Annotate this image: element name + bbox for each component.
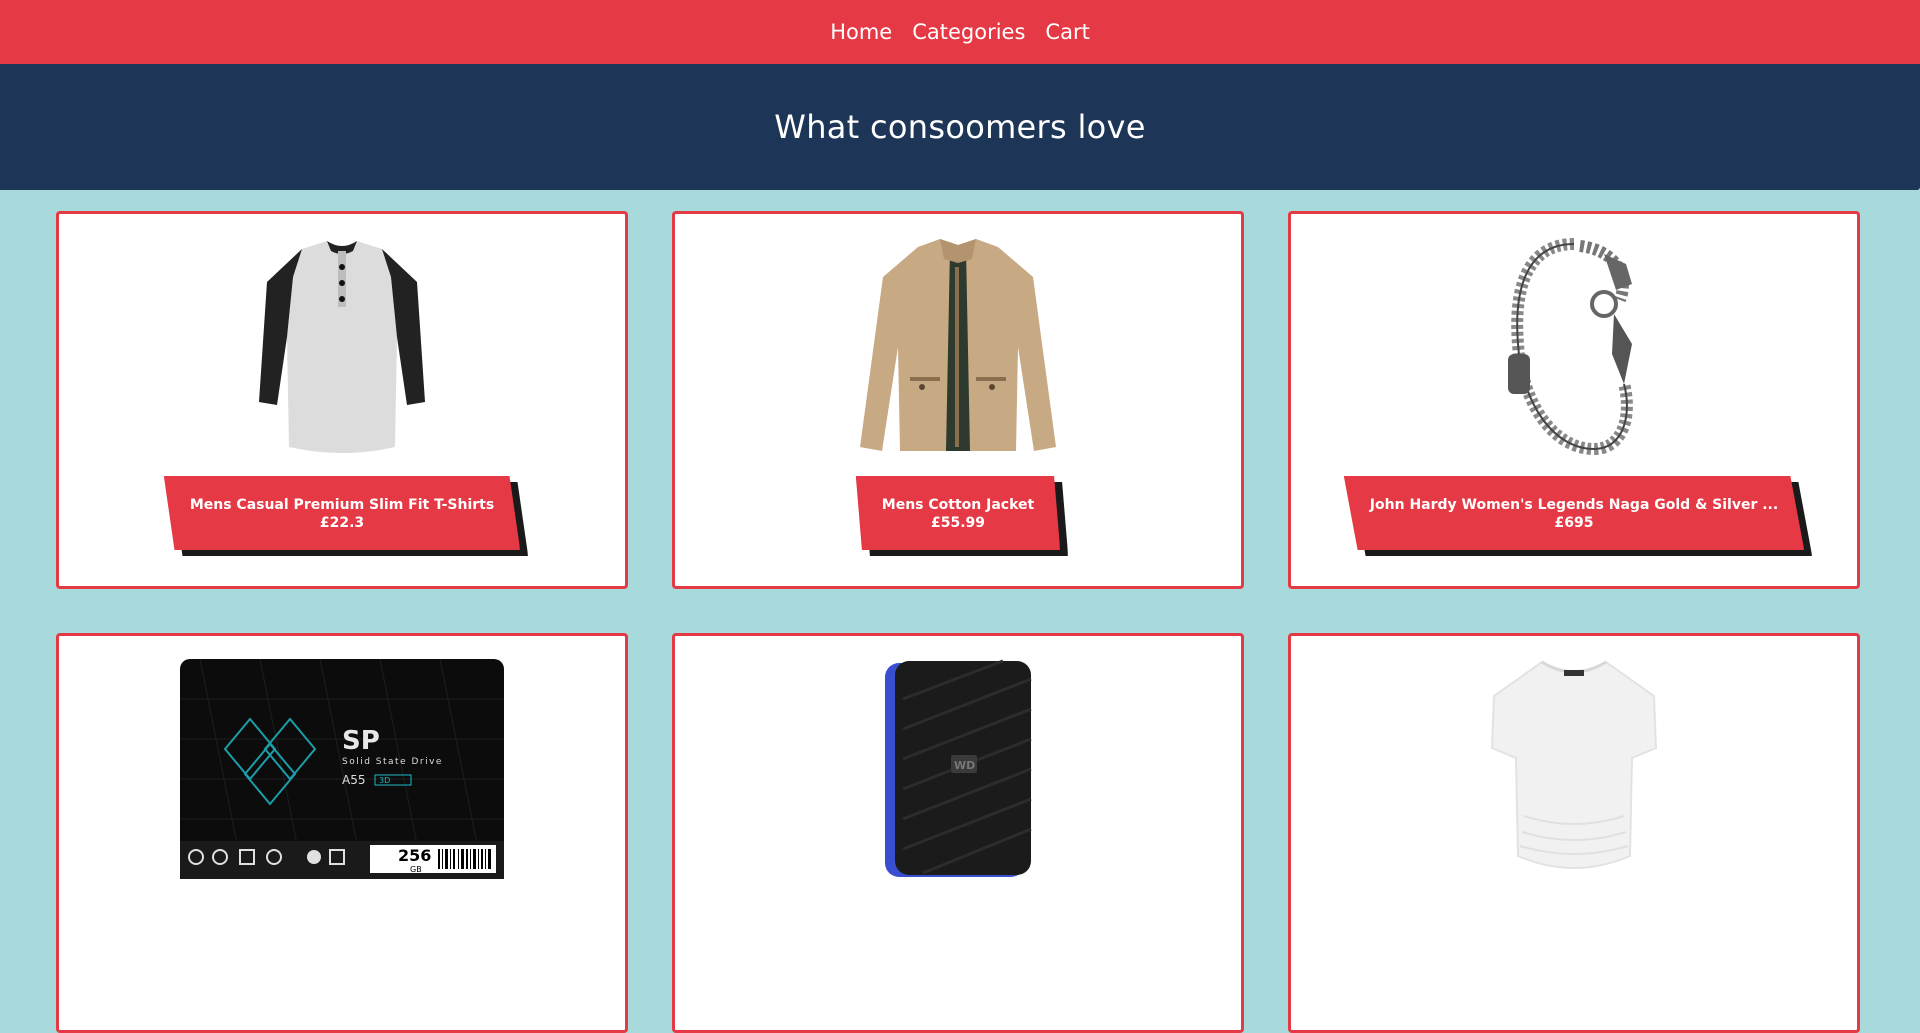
product-title: John Hardy Women's Legends Naga Gold & S… (1369, 497, 1779, 513)
product-card[interactable]: SP Solid State Drive A55 3D 256 GB (56, 633, 628, 1033)
ssd-brand-text: SP (342, 726, 380, 756)
product-card[interactable]: Mens Casual Premium Slim Fit T-Shirts £2… (56, 211, 628, 589)
nav-home-link[interactable]: Home (830, 20, 892, 44)
product-price: £22.3 (319, 515, 365, 531)
product-card[interactable]: Mens Cotton Jacket £55.99 (672, 211, 1244, 589)
ssd-line-text: Solid State Drive (342, 757, 443, 767)
ssd-badge-text: 3D (379, 776, 390, 785)
product-label[interactable]: Mens Cotton Jacket £55.99 (855, 476, 1069, 556)
womens-top-image[interactable] (1484, 656, 1664, 881)
hard-drive-image[interactable]: WD (883, 656, 1033, 881)
product-title: Mens Cotton Jacket (881, 497, 1035, 513)
tshirt-image[interactable] (257, 234, 427, 459)
ssd-image[interactable]: SP Solid State Drive A55 3D 256 GB (180, 656, 504, 881)
product-card[interactable]: John Hardy Women's Legends Naga Gold & S… (1288, 211, 1860, 589)
product-price: £695 (1554, 515, 1594, 531)
top-navigation: Home Categories Cart (0, 0, 1920, 64)
jacket-image[interactable] (858, 234, 1058, 459)
drive-logo-text: WD (954, 759, 975, 772)
ssd-capacity-text: 256 (398, 846, 431, 865)
hero-banner: What consoomers love (0, 64, 1920, 190)
product-label[interactable]: John Hardy Women's Legends Naga Gold & S… (1343, 476, 1813, 556)
product-card[interactable]: WD (672, 633, 1244, 1033)
nav-cart-link[interactable]: Cart (1045, 20, 1089, 44)
nav-categories-link[interactable]: Categories (912, 20, 1025, 44)
ssd-model-text: A55 (342, 773, 365, 787)
product-price: £55.99 (930, 515, 986, 531)
product-title: Mens Casual Premium Slim Fit T-Shirts (189, 497, 495, 513)
product-card[interactable] (1288, 633, 1860, 1033)
bracelet-image[interactable] (1504, 234, 1644, 459)
product-label[interactable]: Mens Casual Premium Slim Fit T-Shirts £2… (163, 476, 529, 556)
hero-title: What consoomers love (774, 108, 1146, 146)
ssd-unit-text: GB (410, 865, 422, 874)
